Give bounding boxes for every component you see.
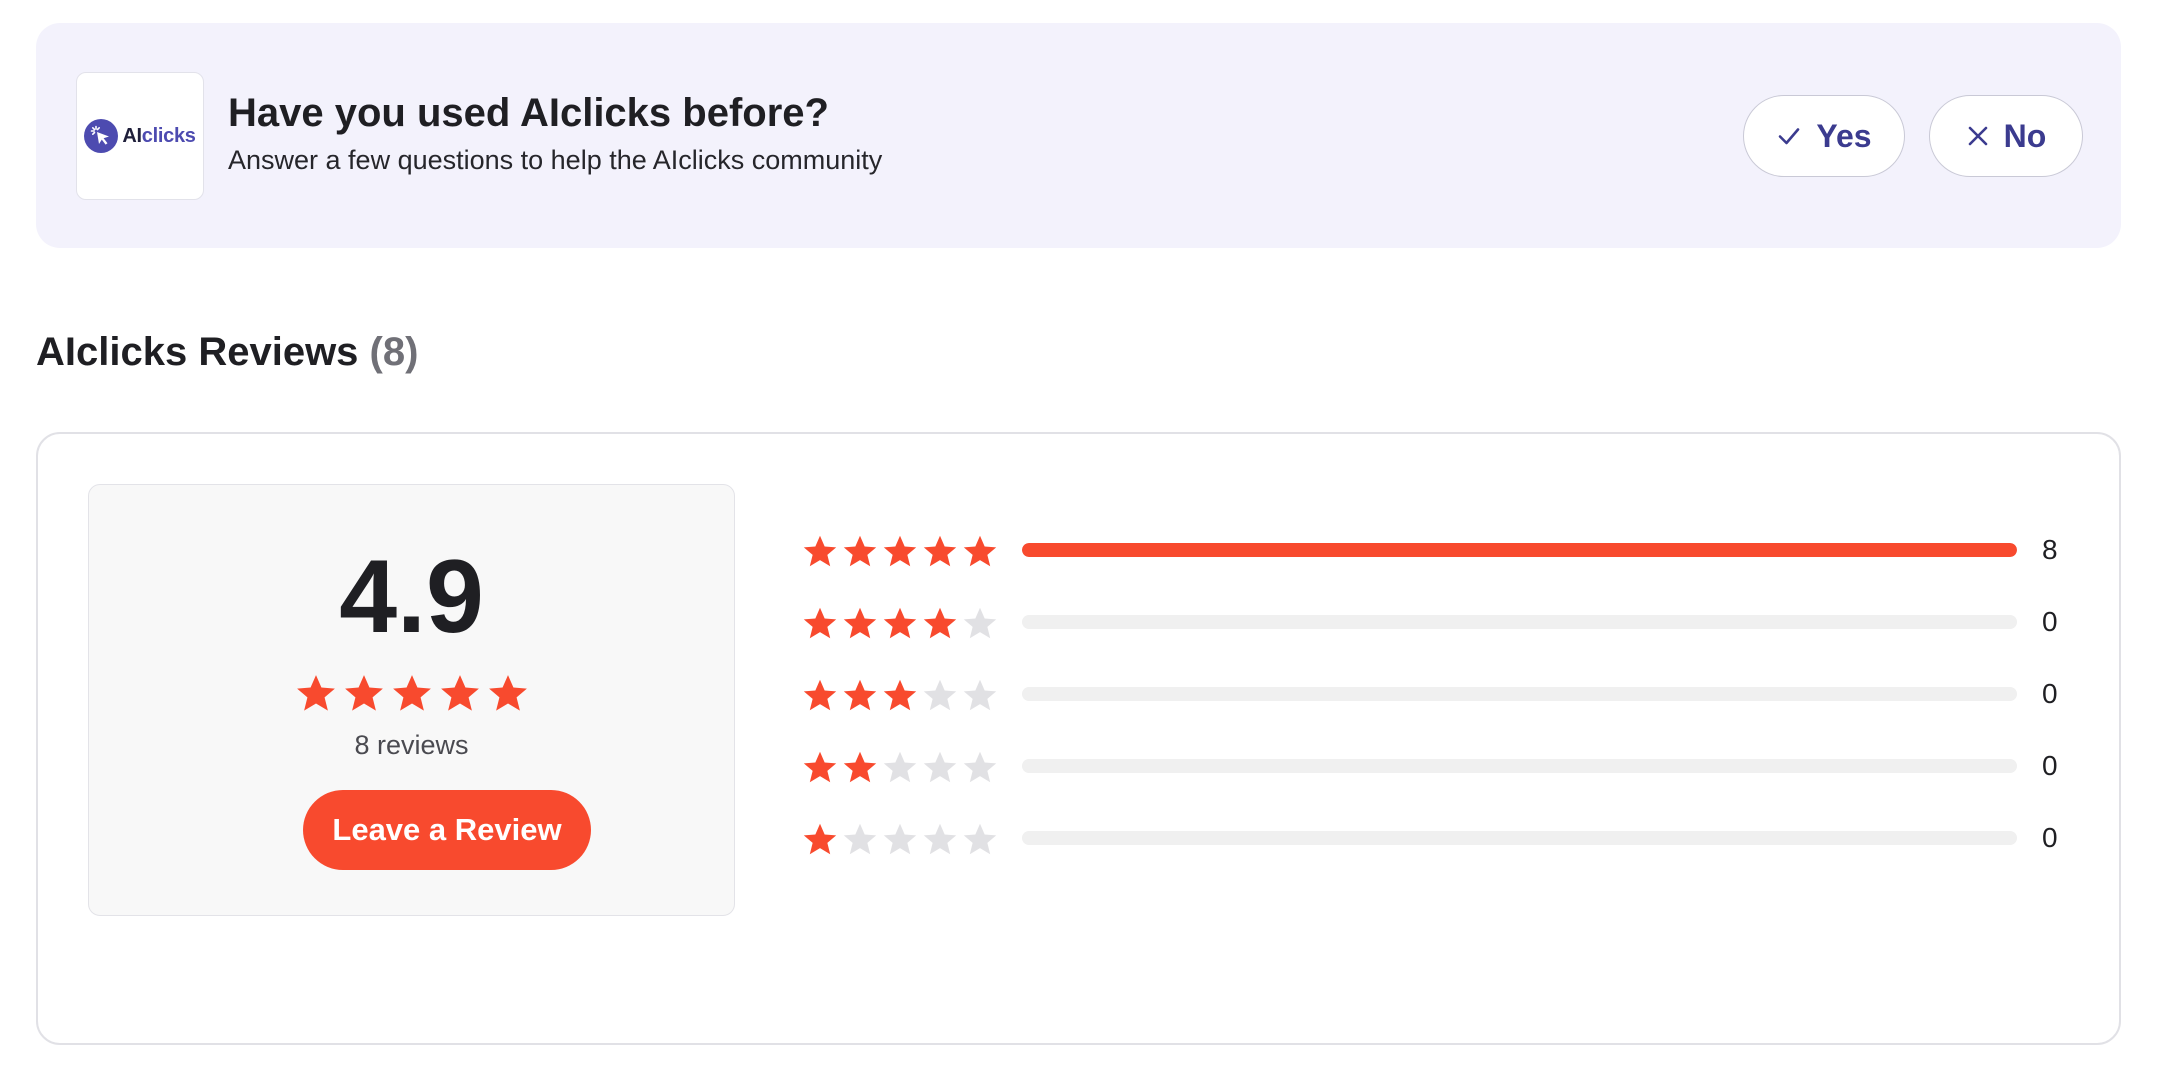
summary-stars	[89, 673, 734, 715]
star-icon	[802, 534, 838, 570]
star-icon	[842, 822, 878, 858]
reviews-card: 4.9 8 reviews Leave a Review 8 0 0 0 0	[36, 432, 2121, 1045]
star-icon	[922, 750, 958, 786]
star-icon	[962, 534, 998, 570]
rating-row-count: 8	[2042, 534, 2058, 565]
star-icon	[802, 750, 838, 786]
reviews-heading-title: AIclicks Reviews	[36, 330, 359, 374]
rating-row-4-star: 0	[802, 602, 2092, 642]
rating-row-1-star: 0	[802, 818, 2092, 858]
rating-row-stars	[802, 822, 998, 858]
rating-row-count: 0	[2042, 606, 2058, 637]
star-icon	[882, 750, 918, 786]
rating-row-count: 0	[2042, 750, 2058, 781]
rating-row-stars	[802, 606, 998, 642]
star-icon	[882, 534, 918, 570]
star-icon	[842, 606, 878, 642]
star-icon	[922, 822, 958, 858]
star-icon	[842, 678, 878, 714]
review-count: 8 reviews	[354, 730, 469, 760]
reviews-heading: AIclicks Reviews (8)	[36, 330, 418, 375]
aiclicks-logo: AIclicks	[76, 72, 204, 200]
no-button-label: No	[2003, 117, 2047, 154]
yes-button[interactable]: Yes	[1743, 95, 1905, 177]
star-icon	[962, 678, 998, 714]
star-icon	[842, 750, 878, 786]
star-icon	[802, 822, 838, 858]
logo-wordmark: AIclicks	[122, 124, 196, 147]
yes-button-label: Yes	[1816, 117, 1872, 154]
rating-row-5-star: 8	[802, 530, 2092, 570]
banner-subtitle: Answer a few questions to help the AIcli…	[228, 145, 883, 175]
star-icon	[922, 678, 958, 714]
cursor-click-icon	[84, 119, 119, 153]
rating-bar-fill	[1022, 543, 2017, 557]
reviews-heading-count: (8)	[369, 330, 419, 374]
star-icon	[487, 673, 529, 715]
rating-row-stars	[802, 750, 998, 786]
average-score: 4.9	[339, 539, 484, 655]
rating-row-2-star: 0	[802, 746, 2092, 786]
star-icon	[802, 606, 838, 642]
star-icon	[295, 673, 337, 715]
star-icon	[842, 534, 878, 570]
survey-banner: AIclicks Have you used AIclicks before? …	[36, 23, 2121, 248]
rating-row-count: 0	[2042, 678, 2058, 709]
rating-bar-track	[1022, 759, 2017, 773]
check-icon	[1776, 123, 1802, 149]
banner-title: Have you used AIclicks before?	[228, 91, 829, 135]
star-icon	[882, 606, 918, 642]
star-icon	[882, 822, 918, 858]
rating-bar-track	[1022, 615, 2017, 629]
star-icon	[391, 673, 433, 715]
star-icon	[962, 750, 998, 786]
no-button[interactable]: No	[1929, 95, 2083, 177]
leave-review-button[interactable]: Leave a Review	[303, 790, 591, 870]
rating-row-stars	[802, 534, 998, 570]
rating-bar-track	[1022, 543, 2017, 557]
star-icon	[343, 673, 385, 715]
rating-bar-track	[1022, 687, 2017, 701]
star-icon	[882, 678, 918, 714]
star-icon	[802, 678, 838, 714]
star-icon	[439, 673, 481, 715]
rating-row-count: 0	[2042, 822, 2058, 853]
star-icon	[962, 822, 998, 858]
rating-row-stars	[802, 678, 998, 714]
rating-summary: 4.9 8 reviews Leave a Review	[88, 484, 735, 916]
rating-row-3-star: 0	[802, 674, 2092, 714]
star-icon	[922, 534, 958, 570]
star-icon	[922, 606, 958, 642]
rating-bar-track	[1022, 831, 2017, 845]
star-icon	[962, 606, 998, 642]
close-icon	[1966, 124, 1990, 148]
